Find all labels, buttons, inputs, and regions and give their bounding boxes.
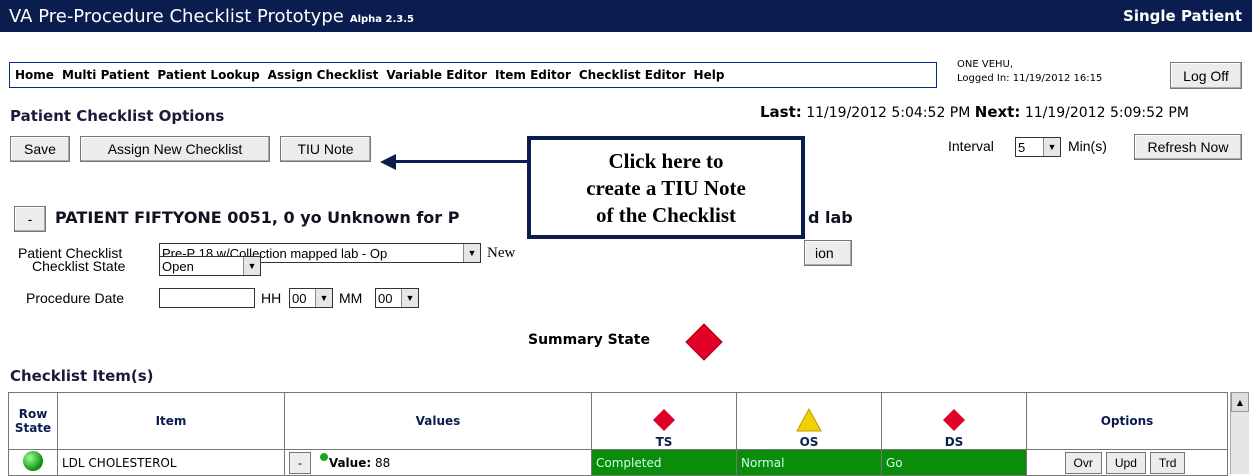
- table-header-row: Row State Item Values TS OS DS Options: [8, 392, 1228, 450]
- refresh-now-button[interactable]: Refresh Now: [1134, 134, 1242, 160]
- login-time: Logged In: 11/19/2012 16:15: [957, 73, 1103, 84]
- chevron-down-icon: ▼: [243, 257, 260, 275]
- interval-select[interactable]: 5 ▼: [1015, 137, 1061, 157]
- mm-select[interactable]: 00 ▼: [375, 288, 419, 308]
- logoff-button[interactable]: Log Off: [1170, 62, 1242, 89]
- interval-unit: Min(s): [1068, 138, 1107, 154]
- col-os: OS: [736, 392, 882, 450]
- ds-diamond-icon: [943, 409, 965, 431]
- user-name: ONE VEHU,: [957, 59, 1014, 70]
- col-ds: DS: [881, 392, 1027, 450]
- summary-label: Summary State: [528, 332, 650, 348]
- nav-multi-patient[interactable]: Multi Patient: [62, 68, 149, 82]
- chevron-down-icon: ▼: [315, 289, 332, 307]
- chevron-down-icon: ▼: [401, 289, 418, 307]
- values-cell: - Value: 88: [284, 449, 592, 476]
- ts-diamond-icon: [653, 409, 675, 431]
- ds-label: DS: [944, 435, 964, 449]
- partial-action-button[interactable]: ion: [804, 240, 852, 266]
- nav-variable-editor[interactable]: Variable Editor: [386, 68, 487, 82]
- os-status-cell: Normal: [736, 449, 882, 476]
- callout-arrow-icon: [380, 154, 396, 170]
- procedure-date-input[interactable]: [159, 288, 255, 308]
- value-status-icon: [319, 452, 328, 461]
- value-number: 88: [374, 455, 391, 470]
- table-row: LDL CHOLESTEROL - Value: 88 Completed No…: [8, 449, 1228, 476]
- app-version: Alpha 2.3.5: [349, 13, 414, 25]
- ts-label: TS: [655, 435, 673, 449]
- options-cell: Ovr Upd Trd: [1026, 449, 1228, 476]
- assign-checklist-button[interactable]: Assign New Checklist: [80, 136, 270, 162]
- row-state-cell: [8, 449, 58, 476]
- mm-value: 00: [378, 290, 393, 306]
- new-label: New: [487, 245, 516, 261]
- nav-patient-lookup[interactable]: Patient Lookup: [157, 68, 259, 82]
- ts-status-cell: Completed: [591, 449, 737, 476]
- patient-header-start: PATIENT FIFTYONE 0051, 0 yo Unknown for …: [55, 208, 460, 227]
- item-cell: LDL CHOLESTEROL: [57, 449, 285, 476]
- options-heading: Patient Checklist Options: [10, 107, 225, 125]
- next-value: 11/19/2012 5:09:52 PM: [1024, 105, 1189, 121]
- collapse-values-button[interactable]: -: [289, 451, 311, 474]
- table-scrollbar[interactable]: ▲: [1230, 392, 1249, 474]
- chevron-down-icon: ▼: [1043, 138, 1060, 156]
- os-triangle-icon: [796, 407, 822, 432]
- next-label: Next:: [974, 103, 1021, 121]
- checklist-table: Row State Item Values TS OS DS Options L…: [8, 392, 1228, 476]
- hh-select[interactable]: 00 ▼: [289, 288, 333, 308]
- hh-value: 00: [292, 290, 307, 306]
- save-button[interactable]: Save: [10, 136, 70, 162]
- interval-value: 5: [1018, 139, 1026, 155]
- hh-label: HH: [261, 290, 282, 306]
- col-ts: TS: [591, 392, 737, 450]
- tiu-callout: Click here to create a TIU Note of the C…: [527, 136, 805, 239]
- patient-header-end: d lab: [808, 208, 853, 227]
- override-button[interactable]: Ovr: [1064, 451, 1102, 474]
- mm-label: MM: [339, 290, 363, 306]
- state-label: Checklist State: [32, 258, 126, 274]
- callout-arrow-line: [395, 160, 528, 163]
- nav-checklist-editor[interactable]: Checklist Editor: [579, 68, 686, 82]
- last-label: Last:: [760, 103, 802, 121]
- update-button[interactable]: Upd: [1105, 451, 1146, 474]
- nav-assign-checklist[interactable]: Assign Checklist: [268, 68, 379, 82]
- col-values: Values: [284, 392, 592, 450]
- refresh-times: Last: 11/19/2012 5:04:52 PM Next: 11/19/…: [760, 103, 1189, 121]
- trend-button[interactable]: Trd: [1149, 451, 1186, 474]
- ds-status-cell: Go: [881, 449, 1027, 476]
- title-bar: VA Pre-Procedure Checklist Prototype Alph…: [0, 0, 1252, 32]
- user-info: ONE VEHU, Logged In: 11/19/2012 16:15: [957, 58, 1102, 86]
- scroll-up-icon[interactable]: ▲: [1231, 392, 1249, 412]
- os-label: OS: [799, 435, 819, 449]
- main-nav: Home Multi Patient Patient Lookup Assign…: [9, 62, 937, 88]
- nav-item-editor[interactable]: Item Editor: [495, 68, 571, 82]
- col-item: Item: [57, 392, 285, 450]
- nav-help[interactable]: Help: [694, 68, 725, 82]
- state-select[interactable]: Open ▼: [159, 256, 261, 276]
- mode-label: Single Patient: [1123, 7, 1242, 25]
- interval-label: Interval: [948, 138, 994, 154]
- tiu-note-button[interactable]: TIU Note: [280, 136, 371, 162]
- value-label: Value:: [328, 455, 372, 470]
- callout-line-3: of the Checklist: [596, 203, 736, 227]
- last-value: 11/19/2012 5:04:52 PM: [806, 105, 971, 121]
- patient-header: PATIENT FIFTYONE 0051, 0 yo Unknown for …: [55, 208, 459, 227]
- app-title-group: VA Pre-Procedure Checklist Prototype Alph…: [9, 6, 414, 27]
- chevron-down-icon: ▼: [463, 244, 480, 262]
- nav-home[interactable]: Home: [15, 68, 54, 82]
- collapse-patient-button[interactable]: -: [14, 206, 46, 232]
- col-options: Options: [1026, 392, 1228, 450]
- callout-line-2: create a TIU Note: [586, 176, 746, 200]
- col-row-state: Row State: [8, 392, 58, 450]
- green-circle-icon: [23, 451, 43, 471]
- items-heading: Checklist Item(s): [10, 367, 154, 385]
- state-value: Open: [162, 258, 194, 274]
- date-label: Procedure Date: [26, 290, 125, 306]
- app-title: VA Pre-Procedure Checklist Prototype: [9, 5, 344, 27]
- summary-diamond-icon: [685, 323, 723, 361]
- callout-line-1: Click here to: [608, 149, 724, 173]
